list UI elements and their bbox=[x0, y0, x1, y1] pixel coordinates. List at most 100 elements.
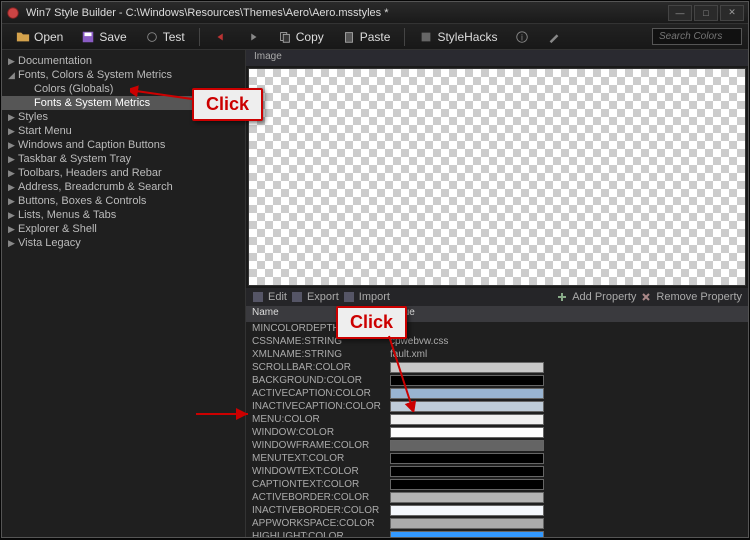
property-row[interactable]: WINDOWFRAME:COLOR bbox=[246, 439, 748, 452]
property-row[interactable]: SCROLLBAR:COLOR bbox=[246, 361, 748, 374]
property-row[interactable]: APPWORKSPACE:COLOR bbox=[246, 517, 748, 530]
property-value[interactable] bbox=[384, 362, 748, 373]
preview-tab[interactable]: Image bbox=[246, 50, 748, 66]
property-value[interactable] bbox=[384, 518, 748, 529]
color-swatch[interactable] bbox=[390, 427, 544, 438]
wand-button[interactable] bbox=[539, 28, 569, 46]
tree-item[interactable]: ◢Fonts, Colors & System Metrics bbox=[2, 68, 245, 82]
property-row[interactable]: ACTIVEBORDER:COLOR bbox=[246, 491, 748, 504]
property-value[interactable] bbox=[384, 492, 748, 503]
tree-item[interactable]: ▶Windows and Caption Buttons bbox=[2, 138, 245, 152]
tree-label: Toolbars, Headers and Rebar bbox=[18, 167, 162, 179]
tree-item[interactable]: ▶Lists, Menus & Tabs bbox=[2, 208, 245, 222]
property-row[interactable]: INACTIVEBORDER:COLOR bbox=[246, 504, 748, 517]
property-row[interactable]: CAPTIONTEXT:COLOR bbox=[246, 478, 748, 491]
test-button[interactable]: Test bbox=[137, 28, 193, 46]
property-value[interactable] bbox=[384, 427, 748, 438]
tree-arrow-icon: ▶ bbox=[8, 182, 18, 193]
color-swatch[interactable] bbox=[390, 479, 544, 490]
undo-button[interactable] bbox=[206, 28, 236, 46]
color-swatch[interactable] bbox=[390, 531, 544, 538]
main-panel: Image Edit Export Import Add Property Re… bbox=[246, 50, 748, 537]
property-row[interactable]: XMLNAME:STRINGfault.xml bbox=[246, 348, 748, 361]
property-value[interactable]: 15 bbox=[384, 323, 748, 334]
redo-button[interactable] bbox=[238, 28, 268, 46]
property-value[interactable] bbox=[384, 401, 748, 412]
titlebar: Win7 Style Builder - C:\Windows\Resource… bbox=[2, 2, 748, 24]
property-name: WINDOW:COLOR bbox=[246, 427, 384, 438]
property-value[interactable] bbox=[384, 414, 748, 425]
maximize-button[interactable]: □ bbox=[694, 5, 718, 21]
paste-button[interactable]: Paste bbox=[334, 28, 399, 46]
color-swatch[interactable] bbox=[390, 518, 544, 529]
tree-item[interactable]: Fonts & System Metrics bbox=[2, 96, 245, 110]
stylehacks-button[interactable]: StyleHacks bbox=[411, 28, 505, 46]
color-swatch[interactable] bbox=[390, 362, 544, 373]
export-button[interactable]: Export bbox=[307, 291, 339, 303]
tree-item[interactable]: ▶Documentation bbox=[2, 54, 245, 68]
property-value[interactable] bbox=[384, 375, 748, 386]
property-value[interactable] bbox=[384, 453, 748, 464]
tree-item[interactable]: ▶Vista Legacy bbox=[2, 236, 245, 250]
open-button[interactable]: Open bbox=[8, 28, 71, 46]
property-value[interactable] bbox=[384, 479, 748, 490]
tree-item[interactable]: ▶Toolbars, Headers and Rebar bbox=[2, 166, 245, 180]
property-row[interactable]: BACKGROUND:COLOR bbox=[246, 374, 748, 387]
col-value[interactable]: Value bbox=[384, 306, 748, 322]
import-button[interactable]: Import bbox=[359, 291, 390, 303]
property-header: Name Value bbox=[246, 306, 748, 322]
color-swatch[interactable] bbox=[390, 466, 544, 477]
close-button[interactable]: ✕ bbox=[720, 5, 744, 21]
property-value[interactable] bbox=[384, 440, 748, 451]
property-name: MENUTEXT:COLOR bbox=[246, 453, 384, 464]
color-swatch[interactable] bbox=[390, 375, 544, 386]
property-value[interactable]: cpwebvw.css bbox=[384, 336, 748, 347]
property-row[interactable]: ACTIVECAPTION:COLOR bbox=[246, 387, 748, 400]
search-input[interactable] bbox=[652, 28, 742, 45]
property-row[interactable]: MENUTEXT:COLOR bbox=[246, 452, 748, 465]
add-property-button[interactable]: Add Property bbox=[572, 291, 636, 303]
property-row[interactable]: MENU:COLOR bbox=[246, 413, 748, 426]
tree-item[interactable]: ▶Start Menu bbox=[2, 124, 245, 138]
tree-item[interactable]: ▶Address, Breadcrumb & Search bbox=[2, 180, 245, 194]
info-button[interactable]: i bbox=[507, 28, 537, 46]
property-name: XMLNAME:STRING bbox=[246, 349, 384, 360]
property-row[interactable]: HIGHLIGHT:COLOR bbox=[246, 530, 748, 538]
property-name: BACKGROUND:COLOR bbox=[246, 375, 384, 386]
tree-label: Lists, Menus & Tabs bbox=[18, 209, 116, 221]
property-row[interactable]: INACTIVECAPTION:COLOR bbox=[246, 400, 748, 413]
tree-item[interactable]: ▶Buttons, Boxes & Controls bbox=[2, 194, 245, 208]
color-swatch[interactable] bbox=[390, 388, 544, 399]
property-value[interactable] bbox=[384, 466, 748, 477]
col-name[interactable]: Name bbox=[246, 306, 384, 322]
color-swatch[interactable] bbox=[390, 414, 544, 425]
remove-property-button[interactable]: Remove Property bbox=[656, 291, 742, 303]
tree-label: Vista Legacy bbox=[18, 237, 81, 249]
property-value[interactable] bbox=[384, 505, 748, 516]
property-value[interactable] bbox=[384, 388, 748, 399]
separator bbox=[199, 28, 200, 46]
color-swatch[interactable] bbox=[390, 440, 544, 451]
property-value[interactable]: fault.xml bbox=[384, 349, 748, 360]
property-row[interactable]: CSSNAME:STRINGcpwebvw.css bbox=[246, 335, 748, 348]
tree-arrow-icon: ▶ bbox=[8, 238, 18, 249]
tree-item[interactable]: Colors (Globals) bbox=[2, 82, 245, 96]
copy-button[interactable]: Copy bbox=[270, 28, 332, 46]
property-row[interactable]: WINDOW:COLOR bbox=[246, 426, 748, 439]
color-swatch[interactable] bbox=[390, 453, 544, 464]
edit-button[interactable]: Edit bbox=[268, 291, 287, 303]
color-swatch[interactable] bbox=[390, 401, 544, 412]
tree-arrow-icon: ▶ bbox=[8, 126, 18, 137]
property-name: INACTIVECAPTION:COLOR bbox=[246, 401, 384, 412]
property-row[interactable]: MINCOLORDEPTH:INT15 bbox=[246, 322, 748, 335]
tree-item[interactable]: ▶Styles bbox=[2, 110, 245, 124]
tree-item[interactable]: ▶Explorer & Shell bbox=[2, 222, 245, 236]
tree-item[interactable]: ▶Taskbar & System Tray bbox=[2, 152, 245, 166]
property-row[interactable]: WINDOWTEXT:COLOR bbox=[246, 465, 748, 478]
color-swatch[interactable] bbox=[390, 505, 544, 516]
save-button[interactable]: Save bbox=[73, 28, 134, 46]
property-value[interactable] bbox=[384, 531, 748, 538]
toolbar: Open Save Test Copy Paste StyleHacks bbox=[2, 24, 748, 50]
minimize-button[interactable]: — bbox=[668, 5, 692, 21]
color-swatch[interactable] bbox=[390, 492, 544, 503]
